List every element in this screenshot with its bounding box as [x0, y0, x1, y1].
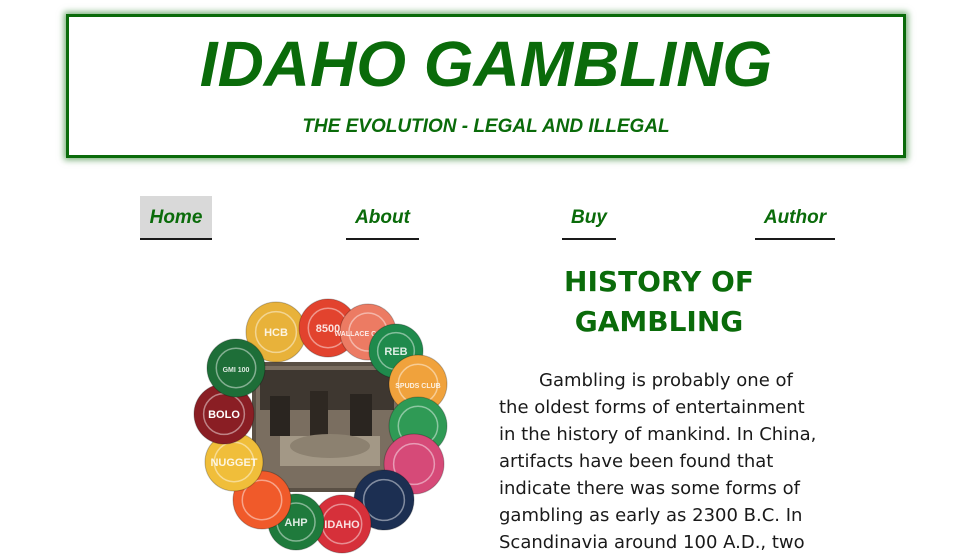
svg-text:IDAHO: IDAHO [324, 519, 360, 531]
site-header: IDAHO GAMBLING THE EVOLUTION - LEGAL AND… [66, 14, 906, 158]
site-title: IDAHO GAMBLING [199, 28, 773, 100]
site-subtitle: THE EVOLUTION - LEGAL AND ILLEGAL [302, 116, 670, 137]
svg-text:SPUDS CLUB: SPUDS CLUB [395, 383, 441, 390]
article-body: Gambling is probably one of the oldest f… [499, 370, 817, 553]
svg-text:BOLO: BOLO [208, 409, 240, 421]
nav-buy-link[interactable]: Buy [562, 196, 616, 240]
nav-home-link[interactable]: Home [140, 196, 212, 240]
svg-text:GMI 100: GMI 100 [223, 367, 250, 374]
svg-text:REB: REB [384, 346, 407, 358]
poker-chip: GMI 100 [206, 338, 266, 398]
casino-chips-image: HCB 8500WALLACE CORNERREBSPUDS CLUBIDAHOA… [193, 298, 448, 554]
article-title: HISTORY OF GAMBLING [564, 265, 754, 338]
nav-about-link[interactable]: About [346, 196, 419, 240]
svg-text:HCB: HCB [264, 327, 288, 339]
svg-text:AHP: AHP [284, 517, 307, 529]
svg-text:NUGGET: NUGGET [210, 457, 257, 469]
nav-author-link[interactable]: Author [755, 196, 835, 240]
